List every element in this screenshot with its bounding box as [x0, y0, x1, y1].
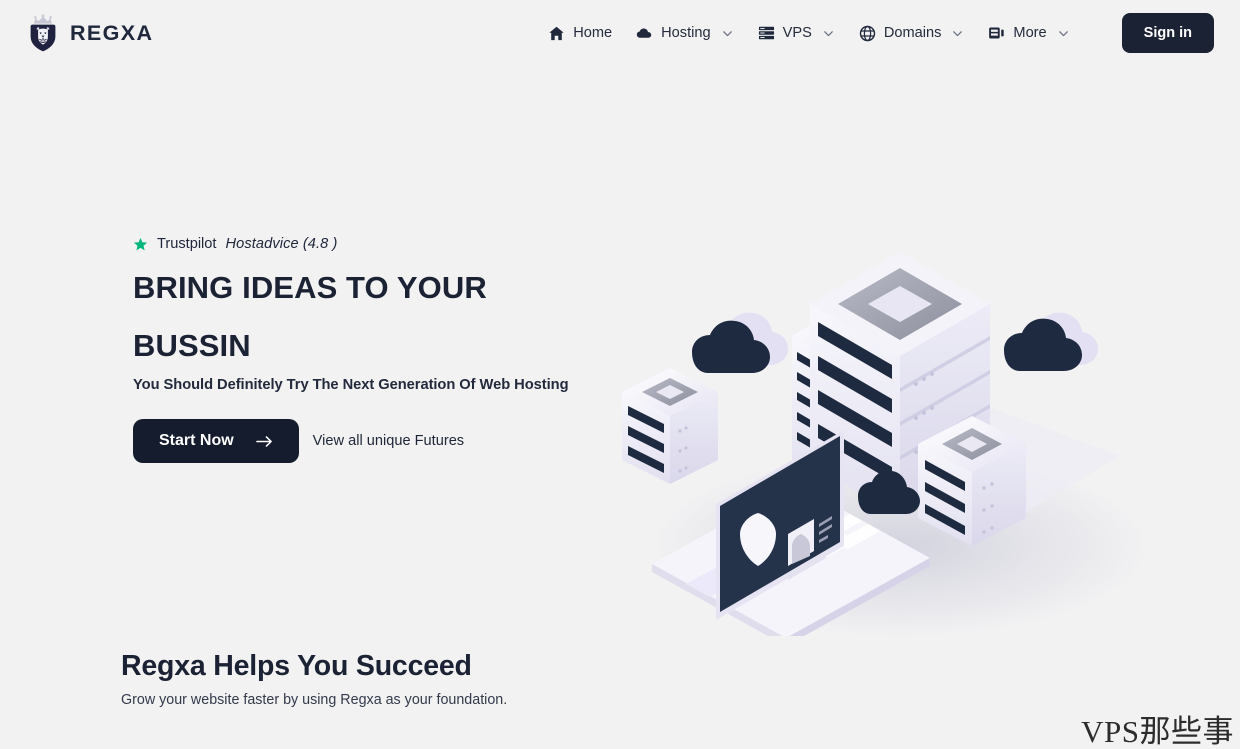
view-all-futures-link[interactable]: View all unique Futures — [313, 433, 464, 449]
rating-row: Trustpilot Hostadvice (4.8 ) — [133, 236, 603, 252]
nav-label-domains: Domains — [883, 25, 942, 41]
star-icon — [133, 237, 148, 252]
sign-in-button[interactable]: Sign in — [1121, 13, 1214, 53]
site-header: REGXA Home Hosting VPS Domains More Sign… — [0, 0, 1240, 66]
hero-copy: Trustpilot Hostadvice (4.8 ) BRING IDEAS… — [133, 236, 603, 463]
nav-item-home[interactable]: Home — [536, 17, 624, 50]
lion-crown-logo-icon — [26, 14, 60, 52]
server-icon — [758, 25, 775, 42]
hero-title-line-1: BRING IDEAS TO YOUR — [133, 270, 487, 305]
brand-logo[interactable]: REGXA — [26, 14, 153, 52]
cloud-icon — [636, 25, 653, 42]
chevron-down-icon — [822, 27, 835, 40]
chevron-down-icon — [1057, 27, 1070, 40]
watermark: VPS那些事 — [1081, 714, 1234, 749]
hero-title: BRING IDEAS TO YOUR BUSSIN — [133, 272, 603, 361]
rack-icon — [988, 25, 1005, 42]
nav-label-hosting: Hosting — [661, 25, 711, 41]
start-now-label: Start Now — [159, 432, 234, 449]
rating-brand-label: Trustpilot — [157, 236, 217, 252]
hero-subtitle: You Should Definitely Try The Next Gener… — [133, 377, 569, 393]
succeed-section: Regxa Helps You Succeed Grow your websit… — [121, 650, 821, 708]
globe-icon — [859, 25, 876, 42]
nav-label-more: More — [1013, 25, 1047, 41]
hero-actions: Start Now View all unique Futures — [133, 419, 603, 463]
chevron-down-icon — [721, 27, 734, 40]
nav-item-hosting[interactable]: Hosting — [624, 17, 745, 50]
home-icon — [548, 25, 565, 42]
chevron-down-icon — [951, 27, 964, 40]
nav-label-vps: VPS — [782, 25, 812, 41]
brand-name: REGXA — [70, 20, 154, 45]
start-now-button[interactable]: Start Now — [133, 419, 299, 463]
hero-illustration — [600, 216, 1170, 636]
nav-item-more[interactable]: More — [976, 17, 1081, 50]
nav-label-home: Home — [573, 25, 613, 41]
hero-section: Trustpilot Hostadvice (4.8 ) BRING IDEAS… — [0, 66, 1240, 641]
nav-item-vps[interactable]: VPS — [746, 17, 847, 50]
hero-title-line-2: BUSSIN — [133, 328, 251, 363]
arrow-right-icon — [255, 434, 273, 449]
succeed-subtitle: Grow your website faster by using Regxa … — [121, 692, 508, 708]
nav-item-domains[interactable]: Domains — [847, 17, 977, 50]
succeed-title: Regxa Helps You Succeed — [121, 650, 472, 682]
rating-alt-label: Hostadvice (4.8 ) — [225, 236, 338, 252]
main-navigation: Home Hosting VPS Domains More Sign in — [536, 13, 1214, 53]
